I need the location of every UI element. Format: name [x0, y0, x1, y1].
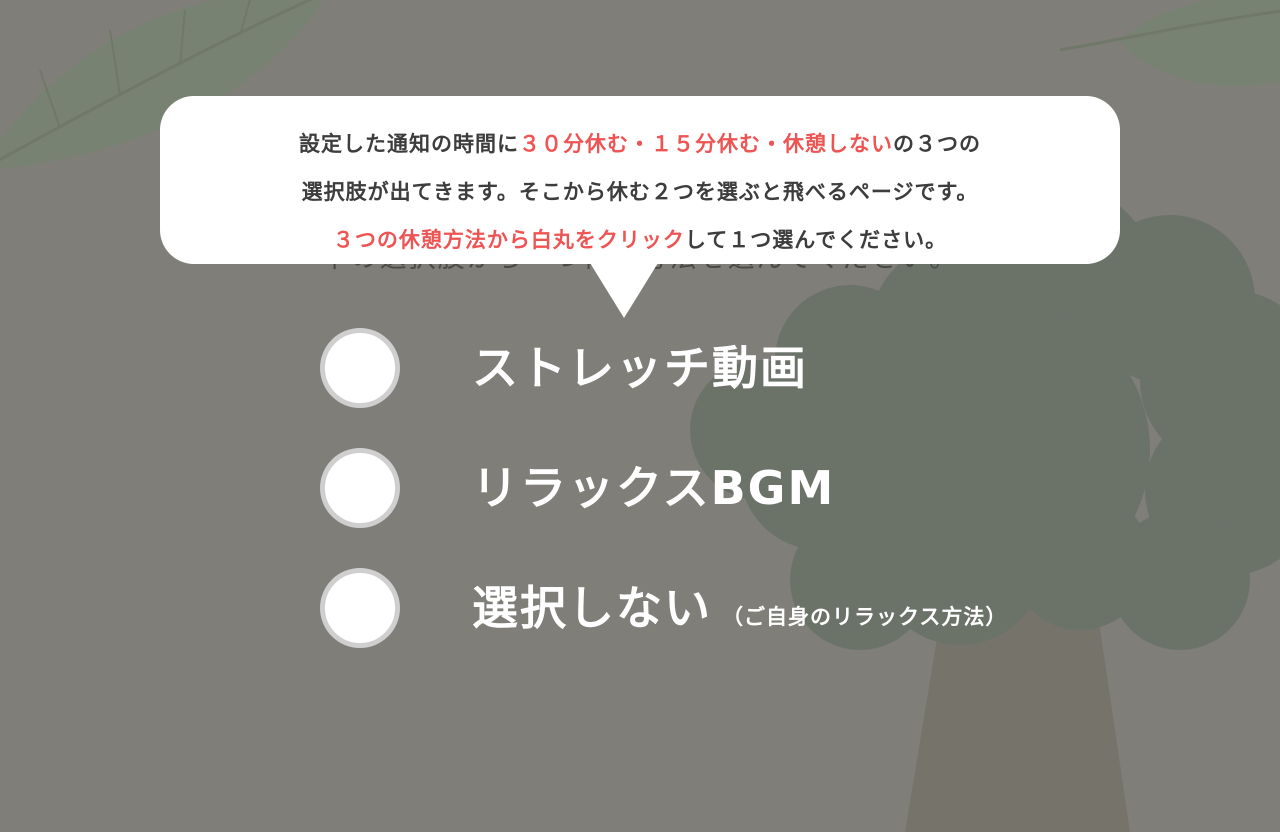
option-no-selection-note: （ご自身のリラックス方法）: [722, 605, 1008, 629]
leaf-top-right: [1059, 0, 1280, 86]
tooltip-line-3-highlight: ３つの休憩方法から白丸をクリック: [332, 228, 685, 252]
tooltip-line-3-post: して１つ選んでください。: [684, 228, 948, 252]
tooltip-line-1-highlight: ３０分休む・１５分休む・休憩しない: [519, 132, 893, 156]
tooltip-bubble: 設定した通知の時間に３０分休む・１５分休む・休憩しないの３つの 選択肢が出てきま…: [160, 96, 1120, 264]
option-no-selection[interactable]: 選択しない （ご自身のリラックス方法）: [320, 568, 1120, 648]
radio-relax-bgm[interactable]: [320, 448, 400, 528]
tooltip-line-2: 選択肢が出てきます。そこから休む２つを選ぶと飛べるページです。: [301, 180, 979, 204]
radio-no-selection[interactable]: [320, 568, 400, 648]
option-no-selection-text: 選択しない: [472, 581, 712, 635]
tooltip-line-1: 設定した通知の時間に３０分休む・１５分休む・休憩しないの３つの: [160, 120, 1120, 168]
tooltip-line-3: ３つの休憩方法から白丸をクリックして１つ選んでください。: [160, 216, 1120, 264]
option-relax-bgm[interactable]: リラックスBGM: [320, 448, 1120, 528]
option-no-selection-label[interactable]: 選択しない （ご自身のリラックス方法）: [472, 574, 1007, 651]
radio-stretch-video[interactable]: [320, 328, 400, 408]
tooltip-line-1-pre: 設定した通知の時間に: [299, 132, 519, 156]
tooltip-line-1-post: の３つの: [893, 132, 981, 156]
option-stretch-video[interactable]: ストレッチ動画: [320, 328, 1120, 408]
break-options-list: ストレッチ動画 リラックスBGM 選択しない （ご自身のリラックス方法）: [320, 328, 1120, 688]
option-stretch-video-label[interactable]: ストレッチ動画: [472, 334, 808, 402]
option-relax-bgm-label[interactable]: リラックスBGM: [472, 454, 835, 522]
